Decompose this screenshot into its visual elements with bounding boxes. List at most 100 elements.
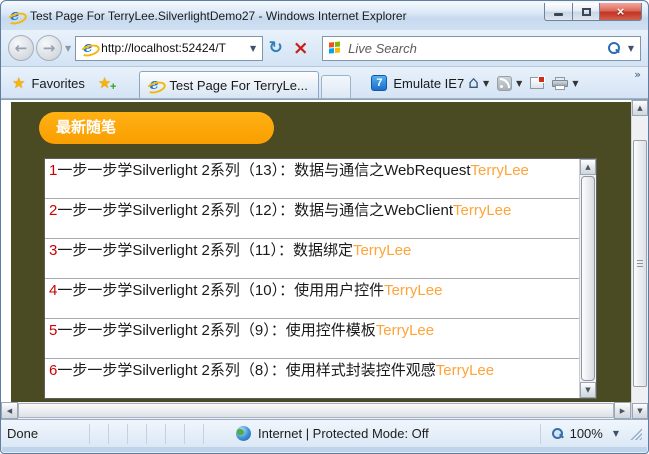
minimize-icon bbox=[554, 13, 563, 16]
scrollbar-thumb[interactable] bbox=[633, 140, 647, 387]
zoom-dropdown-icon[interactable]: ▼ bbox=[613, 429, 619, 438]
refresh-button[interactable]: ↻ bbox=[263, 36, 288, 61]
ie-logo-icon: e bbox=[7, 6, 24, 24]
scrollbar-thumb[interactable] bbox=[18, 403, 614, 418]
browser-window: e Test Page For TerryLee.SilverlightDemo… bbox=[0, 0, 649, 454]
ie7-badge-icon: 7 bbox=[371, 75, 388, 91]
resize-grip[interactable] bbox=[629, 427, 642, 440]
stop-button[interactable]: × bbox=[288, 36, 313, 61]
browser-horizontal-scrollbar[interactable]: ◀ ▶ bbox=[1, 402, 631, 419]
post-title: 一步一步学Silverlight 2系列（12）：数据与通信之WebClient bbox=[57, 202, 453, 219]
internet-globe-icon bbox=[236, 426, 251, 441]
window-controls: × bbox=[544, 3, 642, 21]
more-toolbar-buttons-chevron[interactable]: » bbox=[634, 68, 641, 81]
mail-icon bbox=[530, 76, 546, 89]
page-header-badge: 最新随笔 bbox=[39, 112, 274, 144]
post-title: 一步一步学Silverlight 2系列（9）：使用控件模板 bbox=[57, 322, 376, 339]
zone-text: Internet | Protected Mode: Off bbox=[258, 426, 429, 441]
title-bar[interactable]: e Test Page For TerryLee.SilverlightDemo… bbox=[1, 1, 648, 30]
address-dropdown-icon[interactable]: ▼ bbox=[246, 44, 260, 53]
new-tab-button[interactable] bbox=[321, 75, 352, 98]
recent-pages-dropdown[interactable]: ▼ bbox=[65, 44, 71, 53]
page-background: 最新随笔 1一步一步学Silverlight 2系列（13）：数据与通信之Web… bbox=[11, 102, 631, 402]
favorites-label: Favorites bbox=[31, 75, 85, 91]
close-button[interactable]: × bbox=[600, 3, 642, 21]
post-author: TerryLee bbox=[435, 362, 495, 379]
post-author: TerryLee bbox=[470, 162, 529, 179]
emulate-ie7-button[interactable]: 7 Emulate IE7 bbox=[371, 70, 464, 96]
close-icon: × bbox=[616, 4, 625, 19]
back-icon: ← bbox=[14, 39, 28, 57]
home-button[interactable]: ⌂ ▼ bbox=[464, 70, 493, 96]
listbox-scrollbar[interactable]: ▲ ▼ bbox=[579, 159, 596, 398]
command-bar: ★ Favorites ★ + e Test Page For TerryLe.… bbox=[1, 67, 648, 99]
post-author: TerryLee bbox=[375, 322, 435, 339]
scroll-left-button[interactable]: ◀ bbox=[1, 402, 18, 419]
read-mail-button[interactable] bbox=[526, 70, 548, 96]
maximize-button[interactable] bbox=[573, 3, 600, 21]
tab-test-page[interactable]: e Test Page For TerryLe... bbox=[139, 71, 320, 98]
post-listbox: 1一步一步学Silverlight 2系列（13）：数据与通信之WebReque… bbox=[44, 158, 597, 399]
thumb-grip-icon bbox=[637, 259, 643, 268]
post-list: 1一步一步学Silverlight 2系列（13）：数据与通信之WebReque… bbox=[45, 159, 579, 398]
minimize-button[interactable] bbox=[544, 3, 573, 21]
url-text[interactable]: http://localhost:52424/T bbox=[101, 41, 246, 55]
post-title: 一步一步学Silverlight 2系列（13）：数据与通信之WebReques… bbox=[57, 162, 471, 179]
back-button[interactable]: ← bbox=[8, 35, 34, 61]
feeds-button[interactable]: ▼ bbox=[493, 70, 526, 96]
list-item[interactable]: 6一步一步学Silverlight 2系列（8）：使用样式封装控件观感Terry… bbox=[45, 359, 579, 398]
print-dropdown-icon[interactable]: ▼ bbox=[572, 79, 578, 88]
page-favicon: e bbox=[80, 38, 97, 56]
emulate-ie7-label: Emulate IE7 bbox=[393, 75, 465, 91]
add-to-favorites-button[interactable]: ★ + bbox=[92, 70, 117, 96]
feeds-dropdown-icon[interactable]: ▼ bbox=[516, 79, 522, 88]
scroll-up-button[interactable]: ▲ bbox=[580, 159, 596, 175]
address-bar[interactable]: e http://localhost:52424/T ▼ bbox=[75, 35, 264, 61]
scroll-down-button[interactable]: ▼ bbox=[632, 403, 648, 419]
post-title: 一步一步学Silverlight 2系列（8）：使用样式封装控件观感 bbox=[57, 362, 436, 379]
plus-icon: + bbox=[109, 81, 117, 93]
favorites-button[interactable]: ★ Favorites bbox=[5, 70, 92, 96]
search-input[interactable]: Live Search bbox=[348, 41, 607, 56]
zoom-level[interactable]: 100% bbox=[570, 426, 603, 441]
rss-feed-icon bbox=[497, 75, 513, 91]
scrollbar-thumb[interactable] bbox=[581, 176, 595, 381]
list-item[interactable]: 4一步一步学Silverlight 2系列（10）：使用用户控件TerryLee bbox=[45, 279, 579, 319]
post-author: TerryLee bbox=[384, 282, 443, 299]
post-title: 一步一步学Silverlight 2系列（11）：数据绑定 bbox=[57, 242, 353, 259]
list-item[interactable]: 5一步一步学Silverlight 2系列（9）：使用控件模板TerryLee bbox=[45, 319, 579, 359]
printer-icon bbox=[552, 76, 569, 90]
post-title: 一步一步学Silverlight 2系列（10）：使用用户控件 bbox=[57, 282, 385, 299]
search-box[interactable]: Live Search ▼ bbox=[322, 35, 641, 61]
scroll-down-button[interactable]: ▼ bbox=[580, 382, 596, 398]
window-title: Test Page For TerryLee.SilverlightDemo27… bbox=[30, 8, 407, 23]
security-zone: Internet | Protected Mode: Off bbox=[236, 426, 429, 441]
live-search-logo-icon bbox=[329, 41, 341, 54]
print-button[interactable]: ▼ bbox=[548, 70, 582, 96]
search-options-dropdown-icon[interactable]: ▼ bbox=[628, 44, 634, 53]
zoom-control[interactable]: 100% ▼ bbox=[539, 423, 642, 444]
zoom-magnifier-icon bbox=[551, 427, 564, 440]
navigation-bar: ← → ▼ e http://localhost:52424/T ▼ ↻ × L… bbox=[1, 30, 648, 67]
home-dropdown-icon[interactable]: ▼ bbox=[483, 79, 489, 88]
separator bbox=[539, 423, 541, 444]
scroll-up-button[interactable]: ▲ bbox=[632, 100, 648, 116]
scroll-right-button[interactable]: ▶ bbox=[614, 402, 631, 419]
home-icon: ⌂ bbox=[468, 72, 479, 93]
tab-favicon: e bbox=[146, 75, 163, 93]
maximize-icon bbox=[581, 7, 591, 16]
forward-button[interactable]: → bbox=[36, 35, 62, 61]
search-icon[interactable] bbox=[607, 41, 620, 55]
post-author: TerryLee bbox=[352, 242, 412, 259]
list-item[interactable]: 2一步一步学Silverlight 2系列（12）：数据与通信之WebClien… bbox=[45, 199, 579, 239]
tab-title: Test Page For TerryLe... bbox=[169, 77, 308, 93]
status-bar: Done Internet | Protected Mode: Off 100%… bbox=[1, 419, 648, 447]
status-message: Done bbox=[7, 426, 39, 441]
list-item[interactable]: 3一步一步学Silverlight 2系列（11）：数据绑定TerryLee bbox=[45, 239, 579, 279]
forward-icon: → bbox=[42, 39, 56, 57]
list-item[interactable]: 1一步一步学Silverlight 2系列（13）：数据与通信之WebReque… bbox=[45, 159, 579, 199]
post-author: TerryLee bbox=[453, 202, 512, 219]
status-segments bbox=[89, 423, 222, 444]
favorites-star-icon: ★ bbox=[12, 73, 26, 92]
browser-vertical-scrollbar[interactable]: ▲ ▼ bbox=[631, 100, 648, 419]
